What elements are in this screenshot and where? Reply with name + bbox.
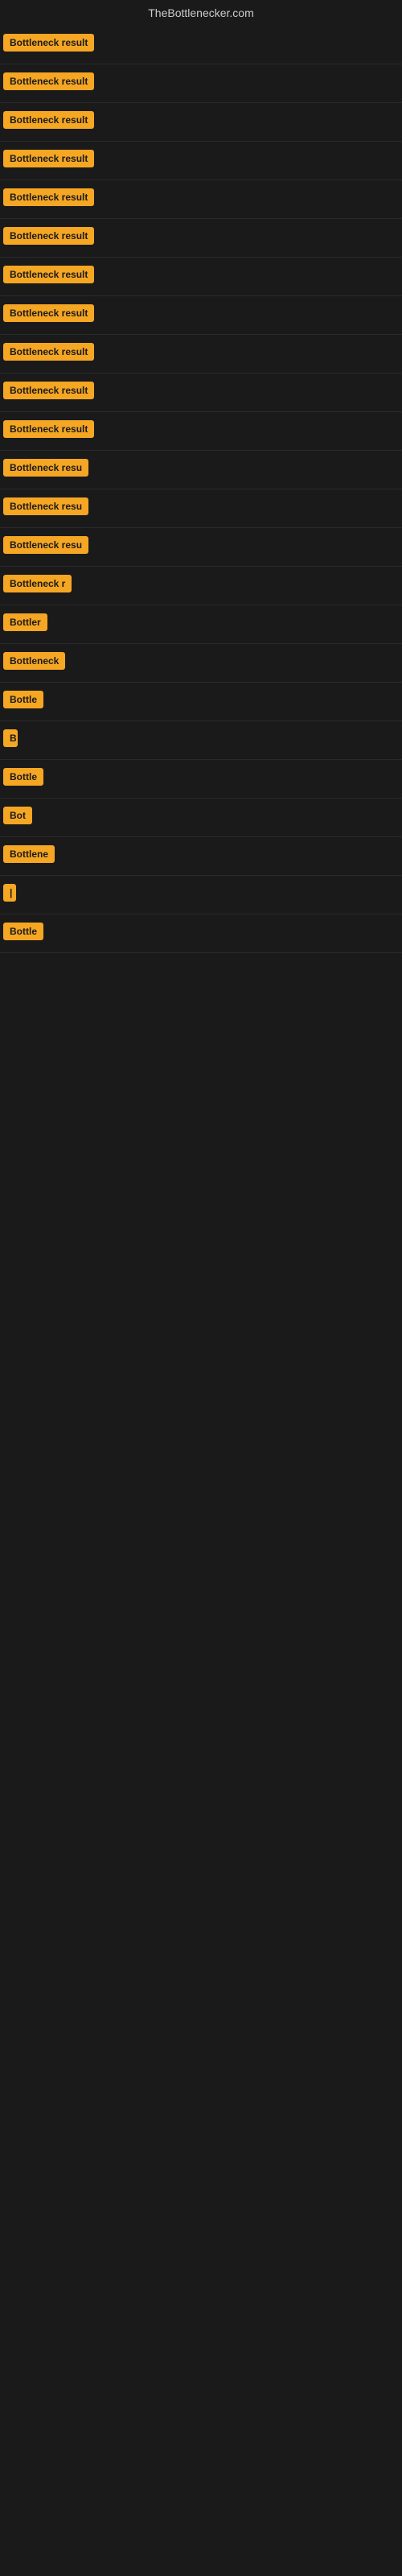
list-item: Bottleneck result bbox=[0, 296, 402, 335]
site-header: TheBottlenecker.com bbox=[0, 0, 402, 26]
list-item: Bottleneck result bbox=[0, 180, 402, 219]
list-item: Bottleneck result bbox=[0, 64, 402, 103]
bottleneck-result-badge[interactable]: | bbox=[3, 884, 16, 902]
bottleneck-result-badge[interactable]: Bottler bbox=[3, 613, 47, 631]
bottleneck-result-badge[interactable]: Bottleneck resu bbox=[3, 459, 88, 477]
bottleneck-result-badge[interactable]: Bottleneck resu bbox=[3, 536, 88, 554]
bottleneck-result-badge[interactable]: Bot bbox=[3, 807, 32, 824]
list-item: Bottlene bbox=[0, 837, 402, 876]
list-item: Bottleneck result bbox=[0, 258, 402, 296]
bottleneck-result-badge[interactable]: Bottleneck result bbox=[3, 111, 94, 129]
list-item: Bottle bbox=[0, 914, 402, 953]
list-item: Bottleneck result bbox=[0, 335, 402, 374]
list-item: B bbox=[0, 721, 402, 760]
list-item: Bottleneck result bbox=[0, 412, 402, 451]
bottleneck-result-badge[interactable]: Bottleneck result bbox=[3, 304, 94, 322]
list-item: | bbox=[0, 876, 402, 914]
list-item: Bot bbox=[0, 799, 402, 837]
list-item: Bottle bbox=[0, 683, 402, 721]
list-item: Bottleneck resu bbox=[0, 489, 402, 528]
list-item: Bottleneck r bbox=[0, 567, 402, 605]
list-item: Bottle bbox=[0, 760, 402, 799]
bottleneck-result-badge[interactable]: Bottle bbox=[3, 923, 43, 940]
bottleneck-result-badge[interactable]: Bottleneck resu bbox=[3, 497, 88, 515]
list-item: Bottleneck bbox=[0, 644, 402, 683]
list-item: Bottleneck result bbox=[0, 374, 402, 412]
list-item: Bottleneck result bbox=[0, 142, 402, 180]
rows-container: Bottleneck result Bottleneck result Bottle… bbox=[0, 26, 402, 953]
bottleneck-result-badge[interactable]: Bottleneck result bbox=[3, 150, 94, 167]
list-item: Bottleneck resu bbox=[0, 451, 402, 489]
bottleneck-result-badge[interactable]: Bottleneck bbox=[3, 652, 65, 670]
bottleneck-result-badge[interactable]: Bottleneck result bbox=[3, 382, 94, 399]
bottleneck-result-badge[interactable]: Bottleneck result bbox=[3, 188, 94, 206]
list-item: Bottler bbox=[0, 605, 402, 644]
list-item: Bottleneck result bbox=[0, 103, 402, 142]
site-title: TheBottlenecker.com bbox=[0, 0, 402, 26]
bottleneck-result-badge[interactable]: Bottleneck result bbox=[3, 266, 94, 283]
bottleneck-result-badge[interactable]: Bottleneck result bbox=[3, 420, 94, 438]
bottleneck-result-badge[interactable]: Bottle bbox=[3, 691, 43, 708]
list-item: Bottleneck result bbox=[0, 26, 402, 64]
bottleneck-result-badge[interactable]: Bottle bbox=[3, 768, 43, 786]
bottleneck-result-badge[interactable]: Bottleneck result bbox=[3, 72, 94, 90]
bottleneck-result-badge[interactable]: Bottleneck r bbox=[3, 575, 72, 592]
list-item: Bottleneck resu bbox=[0, 528, 402, 567]
list-item: Bottleneck result bbox=[0, 219, 402, 258]
bottleneck-result-badge[interactable]: Bottlene bbox=[3, 845, 55, 863]
bottleneck-result-badge[interactable]: Bottleneck result bbox=[3, 343, 94, 361]
bottleneck-result-badge[interactable]: B bbox=[3, 729, 18, 747]
bottleneck-result-badge[interactable]: Bottleneck result bbox=[3, 227, 94, 245]
bottleneck-result-badge[interactable]: Bottleneck result bbox=[3, 34, 94, 52]
